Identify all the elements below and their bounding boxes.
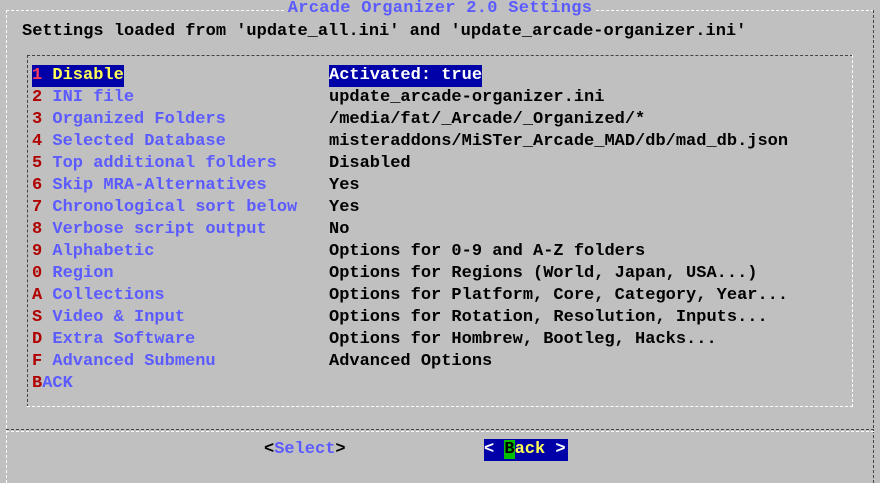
menu-item[interactable]: F Advanced Submenu Advanced Options [32,351,842,373]
button-separator [6,429,874,430]
menu-item[interactable]: 3 Organized Folders/media/fat/_Arcade/_O… [32,109,842,131]
menu-item-hotkey: 8 [32,220,43,239]
menu-item-label: Region [42,264,114,283]
menu-item-value: Options for Hombrew, Bootleg, Hacks... [329,330,717,349]
menu-item-value: Options for Regions (World, Japan, USA..… [329,264,758,283]
menu-list: 1 Disable Activated: true 2 INI file update… [27,55,853,407]
menu-item-tag: 0 Region [32,263,114,285]
menu-item-hotkey: 0 [32,264,43,283]
menu-border-bottom [27,406,853,407]
menu-item-hotkey: 4 [32,132,43,151]
terminal-screen: Arcade Organizer 2.0 Settings Settings l… [0,0,880,483]
back-button[interactable]: < Back > [484,439,568,461]
back-button-close: > [545,440,566,459]
menu-item-tag: 8 Verbose script output [32,219,267,241]
menu-item-label: Top additional folders [42,154,277,173]
menu-item-hotkey: 9 [32,242,43,261]
button-separator-highlight [6,431,874,432]
menu-item[interactable]: 6 Skip MRA-Alternatives Yes [32,175,842,197]
menu-item-value: Advanced Options [329,352,493,371]
menu-item[interactable]: A Collections Options for Platform, Core,… [32,285,842,307]
menu-item-hotkey: 7 [32,198,43,217]
menu-item-tag: 4 Selected Database [32,131,226,153]
select-button-hotkey: S [274,440,285,459]
menu-item-label: Chronological sort below [42,198,298,217]
menu-item-tag: D Extra Software [32,329,195,351]
menu-item-value: /media/fat/_Arcade/_Organized/* [329,110,646,129]
menu-item[interactable]: 2 INI file update_arcade-organizer.ini [32,87,842,109]
menu-item-hotkey: 5 [32,154,43,173]
menu-item-label: Alphabetic [42,242,155,261]
menu-item-hotkey: 6 [32,176,43,195]
menu-item[interactable]: 7 Chronological sort below Yes [32,197,842,219]
menu-item-label: Organized Folders [42,110,226,129]
menu-item-value: Activated: true [329,65,483,87]
menu-item-value: update_arcade-organizer.ini [329,88,605,107]
menu-item[interactable]: 4 Selected Database misteraddons/MiSTer_A… [32,131,842,153]
menu-item-label: Collections [42,286,165,305]
menu-item-tag: 7 Chronological sort below [32,197,297,219]
menu-border-left [27,55,28,407]
back-button-open: < [484,440,505,459]
menu-item-value: Disabled [329,154,411,173]
dialog-title: Arcade Organizer 2.0 Settings [285,0,595,18]
menu-item-hotkey: B [32,374,43,393]
menu-item-value: Yes [329,198,360,217]
back-button-label: ack [514,440,546,459]
menu-item-tag: 1 Disable [32,65,124,87]
menu-item-value: Options for Platform, Core, Category, Ye… [329,286,789,305]
select-button[interactable]: <Select> [264,439,346,461]
menu-item-hotkey: S [32,308,43,327]
menu-item-label: Disable [42,66,124,85]
select-button-label: elect [284,440,336,459]
menu-item[interactable]: 5 Top additional folders Disabled [32,153,842,175]
menu-item-tag: A Collections [32,285,165,307]
menu-item-label: Verbose script output [42,220,267,239]
menu-item-label: ACK [42,374,73,393]
menu-item-tag: 5 Top additional folders [32,153,277,175]
menu-item[interactable]: BACK [32,373,842,395]
menu-item-hotkey: D [32,330,43,349]
menu-item-value: Options for 0-9 and A-Z folders [329,242,646,261]
menu-item-label: Advanced Submenu [42,352,216,371]
menu-item[interactable]: 0 Region Options for Regions (World, Japa… [32,263,842,285]
menu-item-label: INI file [42,88,135,107]
menu-item-hotkey: 2 [32,88,43,107]
menu-border-right [852,55,853,407]
menu-item-tag: 6 Skip MRA-Alternatives [32,175,267,197]
select-button-close: > [335,440,346,459]
menu-item[interactable]: 1 Disable Activated: true [32,65,842,87]
menu-item-tag: 3 Organized Folders [32,109,226,131]
menu-item-tag: S Video & Input [32,307,185,329]
menu-item-tag: F Advanced Submenu [32,351,216,373]
menu-item-tag: BACK [32,373,73,395]
menu-item-label: Extra Software [42,330,196,349]
menu-item-hotkey: F [32,352,43,371]
settings-dialog: Arcade Organizer 2.0 Settings Settings l… [0,0,880,483]
menu-item-value: Options for Rotation, Resolution, Inputs… [329,308,768,327]
settings-header-text: Settings loaded from 'update_all.ini' an… [22,22,747,41]
select-button-open: < [264,440,275,459]
menu-item-tag: 2 INI file [32,87,134,109]
dialog-border-right [873,10,874,483]
menu-item-value: No [329,220,350,239]
menu-item-value: Yes [329,176,360,195]
menu-item-label: Skip MRA-Alternatives [42,176,267,195]
dialog-border-left [6,10,7,483]
menu-item-label: Selected Database [42,132,226,151]
menu-border-top [27,55,853,56]
back-button-hotkey: B [504,440,515,459]
menu-item[interactable]: 9 Alphabetic Options for 0-9 and A-Z fold… [32,241,842,263]
dialog-title-bar: Arcade Organizer 2.0 Settings [0,0,880,20]
menu-item-label: Video & Input [42,308,186,327]
menu-item-value: misteraddons/MiSTer_Arcade_MAD/db/mad_db… [329,132,789,151]
menu-item[interactable]: S Video & Input Options for Rotation, Res… [32,307,842,329]
menu-item-hotkey: 1 [32,66,43,85]
menu-item[interactable]: 8 Verbose script output No [32,219,842,241]
menu-item-hotkey: 3 [32,110,43,129]
menu-item-hotkey: A [32,286,43,305]
menu-item[interactable]: D Extra Software Options for Hombrew, Boo… [32,329,842,351]
menu-item-tag: 9 Alphabetic [32,241,154,263]
